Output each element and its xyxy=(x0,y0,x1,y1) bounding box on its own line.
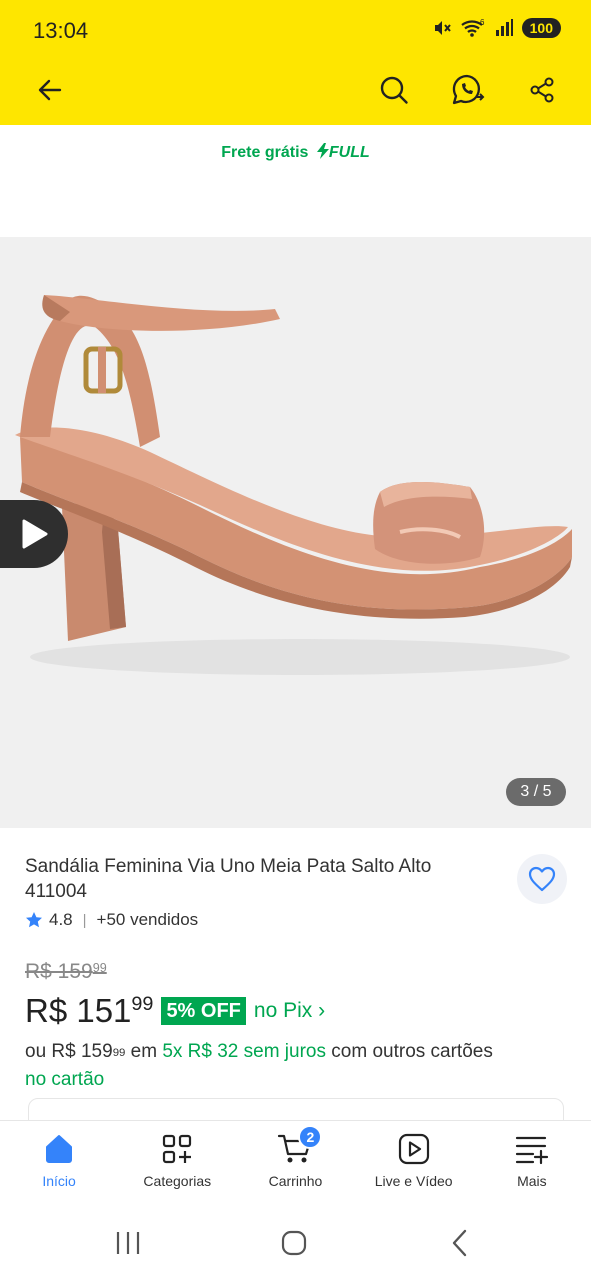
share-button[interactable] xyxy=(520,68,564,112)
chevron-right-icon: › xyxy=(318,999,326,1022)
back-arrow-icon xyxy=(38,79,62,101)
installments-offer: 5x R$ 32 sem juros xyxy=(162,1041,326,1062)
whatsapp-share-button[interactable] xyxy=(446,68,490,112)
price-row: R$ 15199 5% OFF no Pix › xyxy=(25,992,325,1030)
nav-item-categories[interactable]: Categorias xyxy=(118,1121,236,1206)
status-time: 13:04 xyxy=(33,18,89,43)
system-nav-bar xyxy=(0,1206,591,1280)
cart-count-badge: 2 xyxy=(298,1125,323,1149)
heart-icon xyxy=(528,866,556,892)
full-label: FULL xyxy=(328,144,370,161)
signal-icon xyxy=(495,19,513,36)
rating-separator: | xyxy=(82,911,87,929)
image-counter: 3 / 5 xyxy=(506,778,566,806)
video-icon xyxy=(398,1133,429,1165)
favorite-button[interactable] xyxy=(517,854,567,904)
free-shipping-label: Frete grátis xyxy=(221,144,309,161)
search-icon xyxy=(380,76,408,104)
original-price-main: R$ 159 xyxy=(25,960,93,983)
recents-button[interactable] xyxy=(108,1228,148,1258)
toolbar xyxy=(0,60,591,120)
star-icon xyxy=(26,912,42,928)
system-back-button[interactable] xyxy=(440,1228,480,1258)
nav-item-cart[interactable]: 2 Carrinho xyxy=(236,1121,354,1206)
installments-em: em xyxy=(125,1041,163,1062)
lightning-icon xyxy=(316,143,329,159)
nav-item-home[interactable]: Início xyxy=(0,1121,118,1206)
installments-line2: no cartão xyxy=(25,1069,105,1090)
rating-value: 4.8 xyxy=(49,910,73,929)
nav-item-live-video[interactable]: Live e Vídeo xyxy=(355,1121,473,1206)
discount-badge: 5% OFF xyxy=(161,997,246,1025)
recents-icon xyxy=(116,1232,140,1254)
free-shipping-text: Frete grátis FULL xyxy=(0,143,591,162)
installments-cents: 99 xyxy=(112,1047,126,1059)
nav-label-live-video: Live e Vídeo xyxy=(374,1173,453,1189)
home-circle-icon xyxy=(281,1230,307,1256)
product-info: Sandália Feminina Via Uno Meia Pata Salt… xyxy=(0,828,591,1138)
menu-plus-icon xyxy=(515,1136,548,1165)
pix-label: no Pix xyxy=(253,999,313,1022)
battery-indicator: 100 xyxy=(521,18,561,38)
installments-text[interactable]: ou R$ 15999 em 5x R$ 32 sem juros com ou… xyxy=(25,1038,565,1094)
nav-label-categories: Categorias xyxy=(143,1173,212,1189)
original-price: R$ 15999 xyxy=(25,960,107,984)
system-back-icon xyxy=(452,1229,467,1257)
status-icons: 6 100 xyxy=(432,18,561,38)
share-icon xyxy=(530,77,554,103)
sold-count: +50 vendidos xyxy=(96,910,199,929)
play-icon xyxy=(22,519,48,549)
app-header: 13:04 6 100 xyxy=(0,0,591,125)
wifi-icon: 6 xyxy=(460,18,485,37)
home-icon xyxy=(46,1135,73,1163)
current-price-cents: 99 xyxy=(131,993,154,1015)
search-button[interactable] xyxy=(372,68,416,112)
installments-suffix: com outros cartões xyxy=(326,1041,493,1062)
whatsapp-icon xyxy=(452,74,485,105)
home-button[interactable] xyxy=(274,1228,314,1258)
status-bar: 13:04 6 100 xyxy=(0,0,591,60)
nav-label-home: Início xyxy=(42,1173,76,1189)
original-price-cents: 99 xyxy=(92,961,107,975)
rating-row[interactable]: 4.8 | +50 vendidos xyxy=(25,910,198,930)
nav-label-more: Mais xyxy=(517,1173,547,1189)
product-title: Sandália Feminina Via Uno Meia Pata Salt… xyxy=(25,856,432,902)
categories-icon xyxy=(163,1134,192,1164)
installments-prefix: ou R$ 159 xyxy=(25,1041,113,1062)
current-price: R$ 15199 xyxy=(25,992,153,1030)
shipping-banner: Frete grátis FULL xyxy=(0,125,591,237)
pix-link[interactable]: no Pix › xyxy=(254,999,325,1023)
product-image xyxy=(15,295,572,675)
nav-label-cart: Carrinho xyxy=(268,1173,323,1189)
net-label: 6 xyxy=(480,18,485,27)
bottom-nav: Início Categorias 2 Carrinho Live e Víde… xyxy=(0,1120,591,1206)
product-gallery[interactable]: 3 / 5 xyxy=(0,237,591,828)
nav-item-more[interactable]: Mais xyxy=(473,1121,591,1206)
back-button[interactable] xyxy=(28,68,72,112)
mute-icon xyxy=(434,21,451,35)
play-video-button[interactable] xyxy=(0,500,68,568)
current-price-main: R$ 151 xyxy=(25,992,132,1029)
